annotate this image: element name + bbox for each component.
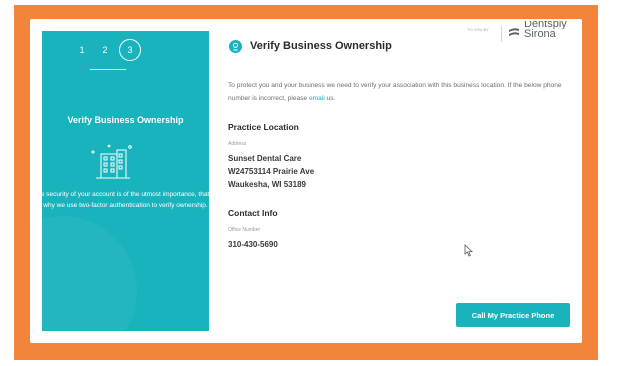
practice-location-heading: Practice Location [228,122,299,132]
mouse-cursor-icon [464,244,473,257]
step-2: 2 [102,45,108,55]
building-icon [91,144,132,179]
verification-card: 1 2 3 Verify Business Ownership he secur… [30,19,582,343]
dentsply-logo-icon [509,28,519,36]
office-number: 310-430-5690 [228,240,278,249]
page-title: Verify Business Ownership [250,40,392,52]
contact-info-heading: Contact Info [228,208,278,218]
address-label: Address [228,141,247,147]
main-content: Verify Business Ownership TO YOU BY Dent… [228,19,573,343]
brand-logo: TO YOU BY Dentsply Sirona [464,21,582,46]
brand-tagline: TO YOU BY [467,27,489,32]
decorative-circle [42,216,137,331]
step-1: 1 [79,45,85,55]
practice-city-state-zip: Waukesha, WI 53189 [228,180,306,189]
stepper: 1 2 3 [42,39,209,61]
left-panel-title: Verify Business Ownership [67,115,184,125]
call-practice-phone-button[interactable]: Call My Practice Phone [456,303,570,327]
email-link[interactable]: email [309,95,325,102]
brand-name: Sirona [524,28,556,40]
brand-divider [501,26,502,42]
left-panel-description: he security of your account is of the ut… [42,191,209,209]
step-3-active: 3 [119,39,141,61]
practice-street: W24753114 Prairie Ave [228,167,315,176]
practice-name: Sunset Dental Care [228,154,302,163]
intro-text: To protect you and your business we need… [228,82,562,102]
office-number-label: Office Number [228,227,261,233]
badge-icon [229,40,242,53]
step-underline [90,69,126,70]
left-panel: 1 2 3 Verify Business Ownership he secur… [42,31,209,331]
